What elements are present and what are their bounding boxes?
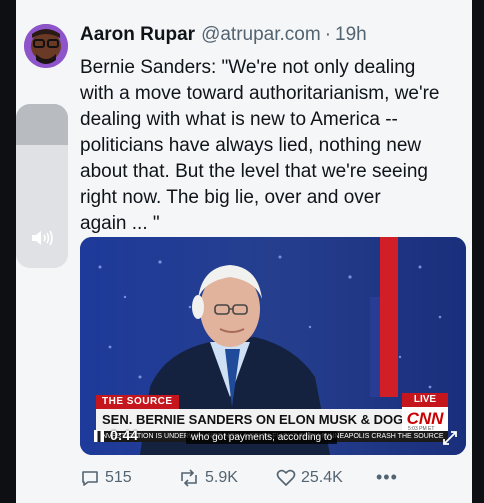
left-edge: [0, 0, 16, 503]
like-count: 25.4K: [301, 469, 343, 486]
closed-caption: who got payments, according to: [186, 431, 338, 444]
pause-icon[interactable]: [92, 428, 106, 444]
author-name[interactable]: Aaron Rupar: [80, 24, 195, 45]
avatar[interactable]: [24, 24, 68, 68]
volume-level: [16, 104, 68, 145]
video-player[interactable]: THE SOURCE LIVE SEN. BERNIE SANDERS ON E…: [80, 237, 466, 455]
heart-icon: [276, 469, 296, 486]
headline-banner: SEN. BERNIE SANDERS ON ELON MUSK & DOGE: [96, 409, 412, 431]
speaker-icon: [32, 230, 53, 246]
live-badge: LIVE: [402, 393, 448, 407]
show-name-bar: THE SOURCE: [96, 395, 179, 409]
volume-slider[interactable]: [16, 104, 68, 268]
author-handle[interactable]: @atrupar.com: [201, 24, 321, 45]
repost-count: 5.9K: [205, 469, 238, 486]
reply-icon: [82, 471, 98, 486]
reply-count: 515: [105, 469, 132, 486]
tweet-text: Bernie Sanders: "We're not only dealing …: [80, 57, 440, 234]
fullscreen-icon[interactable]: [442, 430, 458, 446]
elapsed-time: 0:44: [110, 427, 139, 443]
post-time[interactable]: 19h: [335, 24, 367, 45]
tweet-header: Aaron Rupar @atrupar.com · 19h: [80, 24, 367, 46]
separator-dot: ·: [324, 24, 332, 45]
more-options-button[interactable]: •••: [376, 468, 398, 486]
like-button[interactable]: 25.4K: [276, 468, 343, 488]
right-edge: [472, 0, 484, 503]
repost-icon: [181, 469, 197, 487]
reply-button[interactable]: 515: [80, 468, 132, 488]
repost-button[interactable]: 5.9K: [178, 468, 238, 488]
